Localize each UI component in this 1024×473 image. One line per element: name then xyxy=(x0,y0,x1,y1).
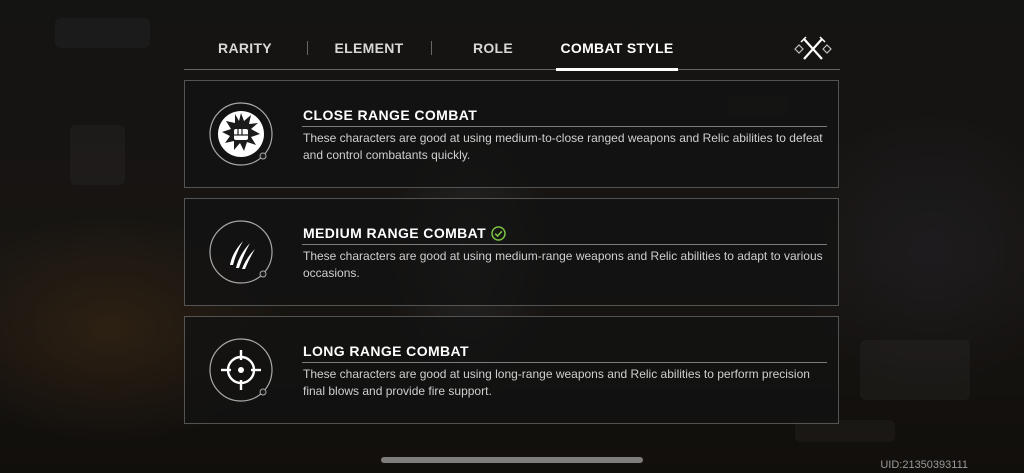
tab-combat-style[interactable]: COMBAT STYLE xyxy=(556,30,678,71)
card-title-text: MEDIUM RANGE COMBAT xyxy=(303,225,487,241)
tab-rarity[interactable]: RARITY xyxy=(206,30,284,70)
tab-element[interactable]: ELEMENT xyxy=(326,30,412,70)
title-underline xyxy=(302,362,827,363)
card-description: These characters are good at using long-… xyxy=(303,367,810,398)
selected-check-icon xyxy=(491,226,506,241)
card-title: MEDIUM RANGE COMBAT xyxy=(303,225,506,241)
tab-divider xyxy=(307,41,308,55)
tab-divider xyxy=(431,41,432,55)
fist-icon xyxy=(208,101,274,167)
card-description: These characters are good at using mediu… xyxy=(303,131,823,162)
title-underline xyxy=(302,126,827,127)
crossed-swords-close-icon xyxy=(794,36,832,60)
combat-style-card-medium[interactable]: MEDIUM RANGE COMBAT These characters are… xyxy=(184,198,839,306)
close-button[interactable] xyxy=(790,34,836,64)
uid-label: UID:21350393111 xyxy=(880,459,968,471)
filter-tab-bar: RARITY ELEMENT ROLE COMBAT STYLE xyxy=(184,30,840,71)
tab-role[interactable]: ROLE xyxy=(459,30,527,70)
home-indicator[interactable] xyxy=(381,457,643,463)
combat-style-card-long[interactable]: LONG RANGE COMBAT These characters are g… xyxy=(184,316,839,424)
crosshair-icon xyxy=(208,337,274,403)
card-title: CLOSE RANGE COMBAT xyxy=(303,107,478,123)
card-title: LONG RANGE COMBAT xyxy=(303,343,469,359)
tab-bar-rule xyxy=(184,69,840,70)
title-underline xyxy=(302,244,827,245)
combat-style-card-close[interactable]: CLOSE RANGE COMBAT These characters are … xyxy=(184,80,839,188)
claw-slash-icon xyxy=(208,219,274,285)
card-description: These characters are good at using mediu… xyxy=(303,249,823,280)
